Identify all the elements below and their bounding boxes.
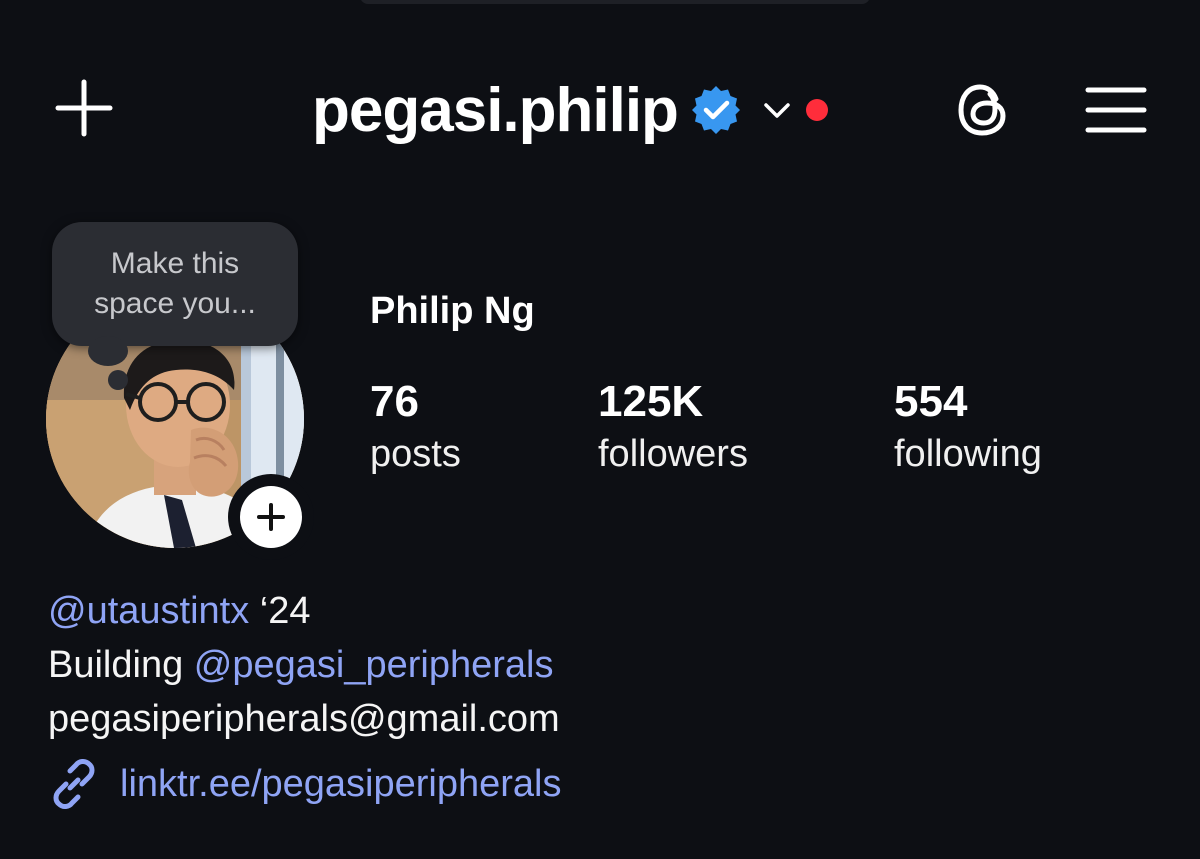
followers-value: 125K [598,377,704,426]
plus-icon [257,503,285,531]
posts-value: 76 [370,377,419,426]
link-icon [53,759,95,809]
external-link[interactable]: linktr.ee/pegasiperipherals [48,756,562,812]
add-story-button[interactable] [228,474,314,560]
chevron-down-icon[interactable] [760,93,794,127]
add-story-circle [240,486,302,548]
note-bubble[interactable]: Make this space you... [52,222,298,346]
notification-dot [805,99,828,121]
hamburger-menu-icon [1085,87,1147,133]
top-edge-bar [360,0,870,4]
username: pegasi.philip [312,75,679,145]
menu-button[interactable] [1080,74,1152,146]
display-name: Philip Ng [370,290,535,332]
following-value: 554 [894,377,968,426]
following-count[interactable]: 554 following [894,376,1042,480]
note-bubble-tail-small [108,370,128,390]
plus-icon [55,79,113,137]
bio-building-text: Building [48,644,194,686]
create-button[interactable] [48,72,120,144]
account-switcher[interactable]: pegasi.philip [312,70,828,150]
verified-badge-icon [691,86,740,134]
bio-line-building: Building @pegasi_peripherals [48,638,560,692]
bio-year: ‘24 [249,590,311,632]
following-label: following [894,433,1042,475]
link-text: linktr.ee/pegasiperipherals [120,762,562,805]
followers-label: followers [598,433,748,475]
note-text: Make this space you... [94,247,256,320]
threads-button[interactable] [948,74,1020,146]
posts-count[interactable]: 76 posts [370,376,461,480]
school-mention-link[interactable]: @utaustintx [48,590,249,632]
bio-line-school: @utaustintx ‘24 [48,584,560,638]
bio-email: pegasiperipherals@gmail.com [48,698,560,740]
company-mention-link[interactable]: @pegasi_peripherals [194,644,554,686]
threads-icon [958,84,1006,136]
posts-label: posts [370,433,461,475]
followers-count[interactable]: 125K followers [598,376,748,480]
note-bubble-tail [88,336,128,366]
bio: @utaustintx ‘24 Building @pegasi_periphe… [48,584,560,746]
